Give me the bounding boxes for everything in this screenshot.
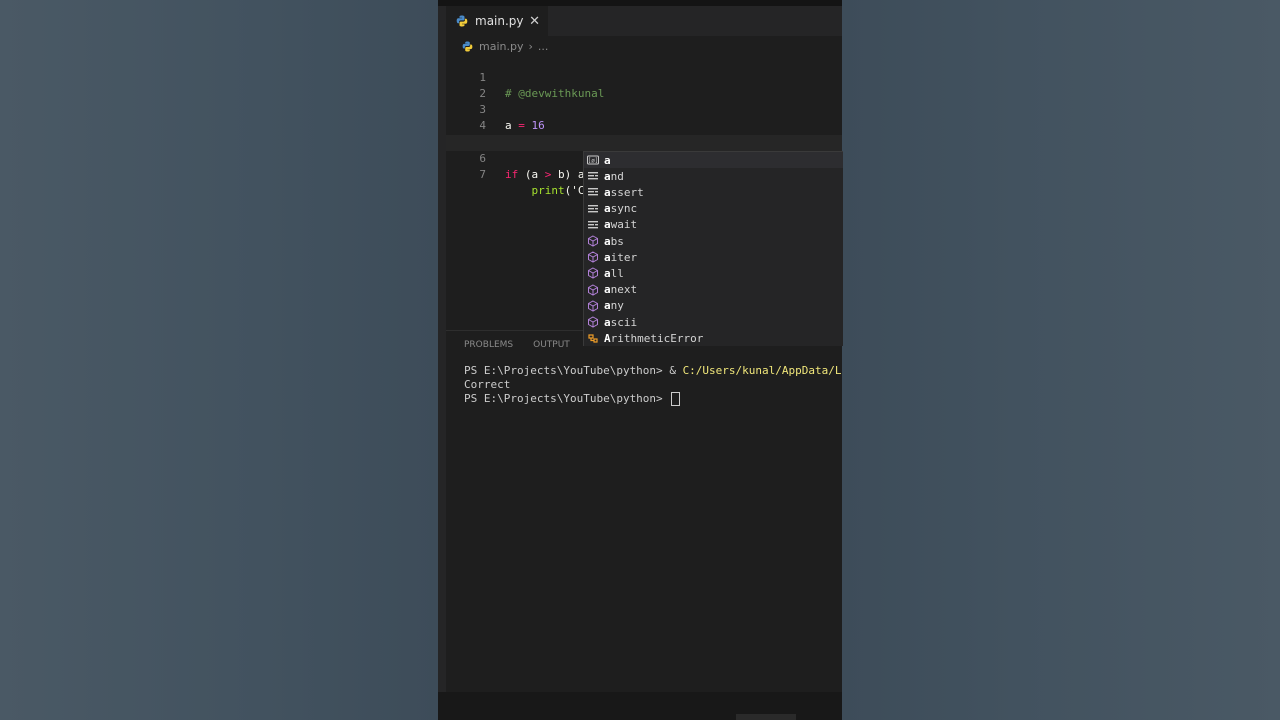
variable-icon: [ø] xyxy=(587,154,599,166)
terminal-output: Correct xyxy=(464,378,511,391)
code-line-current: 6 if (a > b) an< 11: xyxy=(446,135,842,182)
suggestion-label: all xyxy=(604,266,624,280)
function-icon xyxy=(587,251,599,263)
class-icon xyxy=(587,332,599,344)
suggestion-item[interactable]: anext xyxy=(584,282,843,298)
function-icon xyxy=(587,267,599,279)
suggestion-item[interactable]: abs xyxy=(584,233,843,249)
function-icon xyxy=(587,316,599,328)
identifier: b xyxy=(558,168,565,181)
function-icon xyxy=(587,235,599,247)
terminal-path: C:/Users/kunal/AppData/Loca xyxy=(682,364,842,377)
suggestion-label: async xyxy=(604,202,638,216)
function-icon xyxy=(587,284,599,296)
python-file-icon xyxy=(456,15,468,27)
autocomplete-popup: [ø] a and assert async await abs aiter all anext a… xyxy=(583,151,843,346)
python-file-icon xyxy=(462,40,473,52)
terminal-line: PS E:\Projects\YouTube\python> xyxy=(464,392,842,406)
terminal-line: PS E:\Projects\YouTube\python> & C:/User… xyxy=(464,364,842,378)
suggestion-label: a xyxy=(604,153,611,167)
suggestion-label: anext xyxy=(604,283,638,297)
suggestion-item[interactable]: and xyxy=(584,168,843,184)
suggestion-item[interactable]: aiter xyxy=(584,249,843,265)
identifier: a xyxy=(531,168,539,181)
keyword-icon xyxy=(587,219,599,231)
suggestion-label: await xyxy=(604,218,638,232)
suggestion-item[interactable]: async xyxy=(584,201,843,217)
terminal-prompt: PS E:\Projects\YouTube\python> xyxy=(464,392,663,405)
line-number: 7 xyxy=(479,168,486,181)
terminal-prompt: PS E:\Projects\YouTube\python> xyxy=(464,364,663,377)
function-call: print xyxy=(531,184,565,197)
tab-output[interactable]: OUTPUT xyxy=(533,340,570,350)
terminal-operator: & xyxy=(669,364,676,377)
suggestion-label: abs xyxy=(604,234,624,248)
activity-bar xyxy=(438,6,446,692)
tab-main-py[interactable]: main.py ✕ xyxy=(446,6,548,36)
suggestion-label: any xyxy=(604,299,624,313)
keyword-icon xyxy=(587,203,599,215)
close-icon[interactable]: ✕ xyxy=(529,14,540,29)
suggestion-item[interactable]: ascii xyxy=(584,314,843,330)
breadcrumb: main.py › ... xyxy=(462,38,548,54)
tab-bar: main.py ✕ xyxy=(446,6,842,36)
code-line: 3 a = 16 xyxy=(446,86,842,132)
punct: ( xyxy=(518,168,532,181)
chevron-right-icon: › xyxy=(528,39,533,53)
tab-label: main.py xyxy=(475,14,524,28)
background-right xyxy=(842,0,1280,720)
status-bar xyxy=(438,692,842,720)
code-line: 5 xyxy=(446,118,842,148)
background-left xyxy=(0,0,438,720)
function-icon xyxy=(587,300,599,312)
code-line: 4 b = 10 xyxy=(446,102,842,148)
suggestion-label: ascii xyxy=(604,315,638,329)
punct: ) xyxy=(564,168,578,181)
suggestion-item[interactable]: ArithmeticError xyxy=(584,330,843,346)
status-item xyxy=(736,714,796,720)
suggestion-item[interactable]: await xyxy=(584,217,843,233)
terminal[interactable]: PS E:\Projects\YouTube\python> & C:/User… xyxy=(464,364,842,406)
tab-problems[interactable]: PROBLEMS xyxy=(464,340,513,350)
keyword-icon xyxy=(587,170,599,182)
keyword-icon xyxy=(587,186,599,198)
terminal-cursor xyxy=(671,392,681,406)
suggestion-label: aiter xyxy=(604,250,638,264)
svg-text:[ø]: [ø] xyxy=(588,158,599,165)
breadcrumb-symbols[interactable]: ... xyxy=(538,40,549,53)
code-line: 1 # @devwithkunal xyxy=(446,54,842,100)
suggestion-item[interactable]: any xyxy=(584,298,843,314)
code-line: 2 xyxy=(446,70,842,100)
suggestion-label: and xyxy=(604,169,624,183)
breadcrumb-file[interactable]: main.py xyxy=(479,40,523,53)
suggestion-label: ArithmeticError xyxy=(604,331,704,345)
suggestion-item[interactable]: [ø] a xyxy=(584,152,843,168)
keyword: if xyxy=(505,168,519,181)
operator: > xyxy=(544,168,552,181)
vscode-window: main.py ✕ main.py › ... 1 # @devwithkuna… xyxy=(438,0,842,720)
suggestion-item[interactable]: all xyxy=(584,265,843,281)
argument: ('C xyxy=(564,184,585,197)
suggestion-label: assert xyxy=(604,185,644,199)
suggestion-item[interactable]: assert xyxy=(584,184,843,200)
